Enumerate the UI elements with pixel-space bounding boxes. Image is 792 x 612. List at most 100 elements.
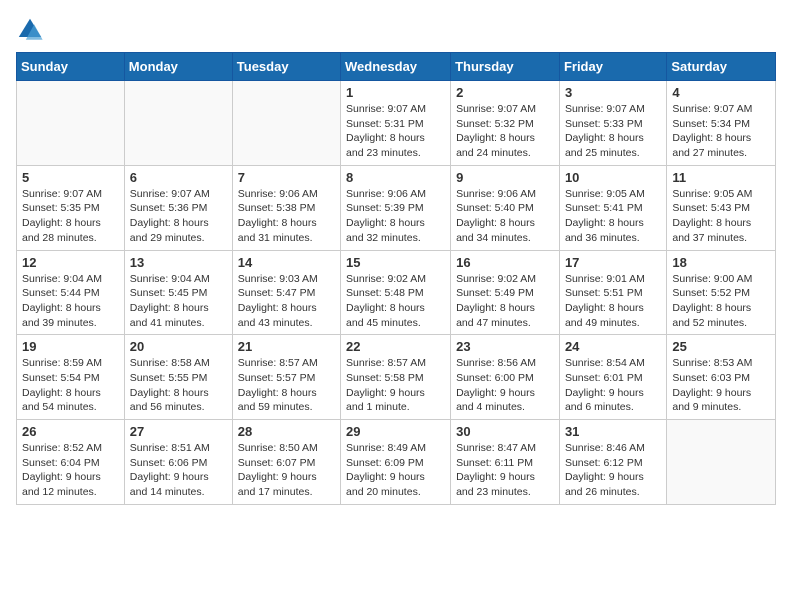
day-info: Sunrise: 9:02 AM Sunset: 5:48 PM Dayligh…: [346, 272, 445, 331]
day-info: Sunrise: 9:00 AM Sunset: 5:52 PM Dayligh…: [672, 272, 770, 331]
weekday-header-friday: Friday: [559, 53, 666, 81]
day-info: Sunrise: 9:07 AM Sunset: 5:34 PM Dayligh…: [672, 102, 770, 161]
day-number: 6: [130, 170, 227, 185]
day-cell: [667, 420, 776, 505]
day-cell: 24 Sunrise: 8:54 AM Sunset: 6:01 PM Dayli…: [559, 335, 666, 420]
day-number: 9: [456, 170, 554, 185]
day-number: 8: [346, 170, 445, 185]
day-cell: 20 Sunrise: 8:58 AM Sunset: 5:55 PM Dayli…: [124, 335, 232, 420]
day-number: 14: [238, 255, 335, 270]
day-number: 26: [22, 424, 119, 439]
week-row-4: 19 Sunrise: 8:59 AM Sunset: 5:54 PM Dayli…: [17, 335, 776, 420]
day-number: 24: [565, 339, 661, 354]
day-number: 12: [22, 255, 119, 270]
day-number: 18: [672, 255, 770, 270]
day-number: 11: [672, 170, 770, 185]
day-info: Sunrise: 9:03 AM Sunset: 5:47 PM Dayligh…: [238, 272, 335, 331]
day-info: Sunrise: 8:51 AM Sunset: 6:06 PM Dayligh…: [130, 441, 227, 500]
day-number: 1: [346, 85, 445, 100]
day-cell: 12 Sunrise: 9:04 AM Sunset: 5:44 PM Dayli…: [17, 250, 125, 335]
page-container: SundayMondayTuesdayWednesdayThursdayFrid…: [0, 0, 792, 521]
day-number: 16: [456, 255, 554, 270]
day-cell: 29 Sunrise: 8:49 AM Sunset: 6:09 PM Dayli…: [341, 420, 451, 505]
day-cell: 31 Sunrise: 8:46 AM Sunset: 6:12 PM Dayli…: [559, 420, 666, 505]
day-cell: 19 Sunrise: 8:59 AM Sunset: 5:54 PM Dayli…: [17, 335, 125, 420]
day-number: 17: [565, 255, 661, 270]
day-number: 19: [22, 339, 119, 354]
day-number: 27: [130, 424, 227, 439]
day-number: 22: [346, 339, 445, 354]
day-number: 13: [130, 255, 227, 270]
day-cell: 9 Sunrise: 9:06 AM Sunset: 5:40 PM Daylig…: [451, 165, 560, 250]
logo: [16, 16, 48, 44]
day-info: Sunrise: 8:53 AM Sunset: 6:03 PM Dayligh…: [672, 356, 770, 415]
day-info: Sunrise: 9:04 AM Sunset: 5:44 PM Dayligh…: [22, 272, 119, 331]
day-cell: 17 Sunrise: 9:01 AM Sunset: 5:51 PM Dayli…: [559, 250, 666, 335]
day-cell: [124, 81, 232, 166]
weekday-header-thursday: Thursday: [451, 53, 560, 81]
day-info: Sunrise: 8:57 AM Sunset: 5:58 PM Dayligh…: [346, 356, 445, 415]
day-info: Sunrise: 8:59 AM Sunset: 5:54 PM Dayligh…: [22, 356, 119, 415]
day-info: Sunrise: 9:05 AM Sunset: 5:43 PM Dayligh…: [672, 187, 770, 246]
day-number: 4: [672, 85, 770, 100]
day-cell: 1 Sunrise: 9:07 AM Sunset: 5:31 PM Daylig…: [341, 81, 451, 166]
day-info: Sunrise: 9:02 AM Sunset: 5:49 PM Dayligh…: [456, 272, 554, 331]
day-number: 29: [346, 424, 445, 439]
day-number: 15: [346, 255, 445, 270]
weekday-header-tuesday: Tuesday: [232, 53, 340, 81]
day-number: 23: [456, 339, 554, 354]
day-number: 20: [130, 339, 227, 354]
header: [16, 16, 776, 44]
day-cell: 21 Sunrise: 8:57 AM Sunset: 5:57 PM Dayli…: [232, 335, 340, 420]
day-cell: 14 Sunrise: 9:03 AM Sunset: 5:47 PM Dayli…: [232, 250, 340, 335]
day-info: Sunrise: 8:56 AM Sunset: 6:00 PM Dayligh…: [456, 356, 554, 415]
day-info: Sunrise: 9:01 AM Sunset: 5:51 PM Dayligh…: [565, 272, 661, 331]
day-info: Sunrise: 8:54 AM Sunset: 6:01 PM Dayligh…: [565, 356, 661, 415]
day-cell: 26 Sunrise: 8:52 AM Sunset: 6:04 PM Dayli…: [17, 420, 125, 505]
day-cell: 28Sunrise: 8:50 AM Sunset: 6:07 PM Dayli…: [232, 420, 340, 505]
day-info: Sunrise: 8:49 AM Sunset: 6:09 PM Dayligh…: [346, 441, 445, 500]
day-cell: 13 Sunrise: 9:04 AM Sunset: 5:45 PM Dayli…: [124, 250, 232, 335]
day-info: Sunrise: 9:04 AM Sunset: 5:45 PM Dayligh…: [130, 272, 227, 331]
day-number: 7: [238, 170, 335, 185]
day-info: Sunrise: 9:07 AM Sunset: 5:32 PM Dayligh…: [456, 102, 554, 161]
logo-icon: [16, 16, 44, 44]
week-row-5: 26 Sunrise: 8:52 AM Sunset: 6:04 PM Dayli…: [17, 420, 776, 505]
day-info: Sunrise: 8:50 AM Sunset: 6:07 PM Dayligh…: [238, 441, 335, 500]
day-info: Sunrise: 8:58 AM Sunset: 5:55 PM Dayligh…: [130, 356, 227, 415]
day-cell: 23 Sunrise: 8:56 AM Sunset: 6:00 PM Dayli…: [451, 335, 560, 420]
day-number: 10: [565, 170, 661, 185]
day-info: Sunrise: 8:52 AM Sunset: 6:04 PM Dayligh…: [22, 441, 119, 500]
day-cell: 2Sunrise: 9:07 AM Sunset: 5:32 PM Daylig…: [451, 81, 560, 166]
day-info: Sunrise: 9:05 AM Sunset: 5:41 PM Dayligh…: [565, 187, 661, 246]
day-cell: 6 Sunrise: 9:07 AM Sunset: 5:36 PM Daylig…: [124, 165, 232, 250]
day-number: 31: [565, 424, 661, 439]
day-number: 21: [238, 339, 335, 354]
day-cell: 5Sunrise: 9:07 AM Sunset: 5:35 PM Daylig…: [17, 165, 125, 250]
day-info: Sunrise: 9:07 AM Sunset: 5:35 PM Dayligh…: [22, 187, 119, 246]
day-cell: 7 Sunrise: 9:06 AM Sunset: 5:38 PM Daylig…: [232, 165, 340, 250]
day-cell: 11 Sunrise: 9:05 AM Sunset: 5:43 PM Dayli…: [667, 165, 776, 250]
day-cell: 15 Sunrise: 9:02 AM Sunset: 5:48 PM Dayli…: [341, 250, 451, 335]
day-cell: 10 Sunrise: 9:05 AM Sunset: 5:41 PM Dayli…: [559, 165, 666, 250]
day-info: Sunrise: 9:06 AM Sunset: 5:38 PM Dayligh…: [238, 187, 335, 246]
day-cell: 16 Sunrise: 9:02 AM Sunset: 5:49 PM Dayli…: [451, 250, 560, 335]
week-row-2: 5Sunrise: 9:07 AM Sunset: 5:35 PM Daylig…: [17, 165, 776, 250]
day-info: Sunrise: 9:07 AM Sunset: 5:33 PM Dayligh…: [565, 102, 661, 161]
day-info: Sunrise: 9:07 AM Sunset: 5:36 PM Dayligh…: [130, 187, 227, 246]
day-cell: [17, 81, 125, 166]
calendar: SundayMondayTuesdayWednesdayThursdayFrid…: [16, 52, 776, 505]
week-row-1: 1 Sunrise: 9:07 AM Sunset: 5:31 PM Daylig…: [17, 81, 776, 166]
day-number: 3: [565, 85, 661, 100]
day-number: 30: [456, 424, 554, 439]
day-info: Sunrise: 9:07 AM Sunset: 5:31 PM Dayligh…: [346, 102, 445, 161]
day-cell: 25 Sunrise: 8:53 AM Sunset: 6:03 PM Dayli…: [667, 335, 776, 420]
day-cell: 27 Sunrise: 8:51 AM Sunset: 6:06 PM Dayli…: [124, 420, 232, 505]
day-number: 25: [672, 339, 770, 354]
day-info: Sunrise: 8:57 AM Sunset: 5:57 PM Dayligh…: [238, 356, 335, 415]
weekday-header-row: SundayMondayTuesdayWednesdayThursdayFrid…: [17, 53, 776, 81]
day-info: Sunrise: 8:46 AM Sunset: 6:12 PM Dayligh…: [565, 441, 661, 500]
weekday-header-wednesday: Wednesday: [341, 53, 451, 81]
day-info: Sunrise: 9:06 AM Sunset: 5:40 PM Dayligh…: [456, 187, 554, 246]
week-row-3: 12 Sunrise: 9:04 AM Sunset: 5:44 PM Dayli…: [17, 250, 776, 335]
